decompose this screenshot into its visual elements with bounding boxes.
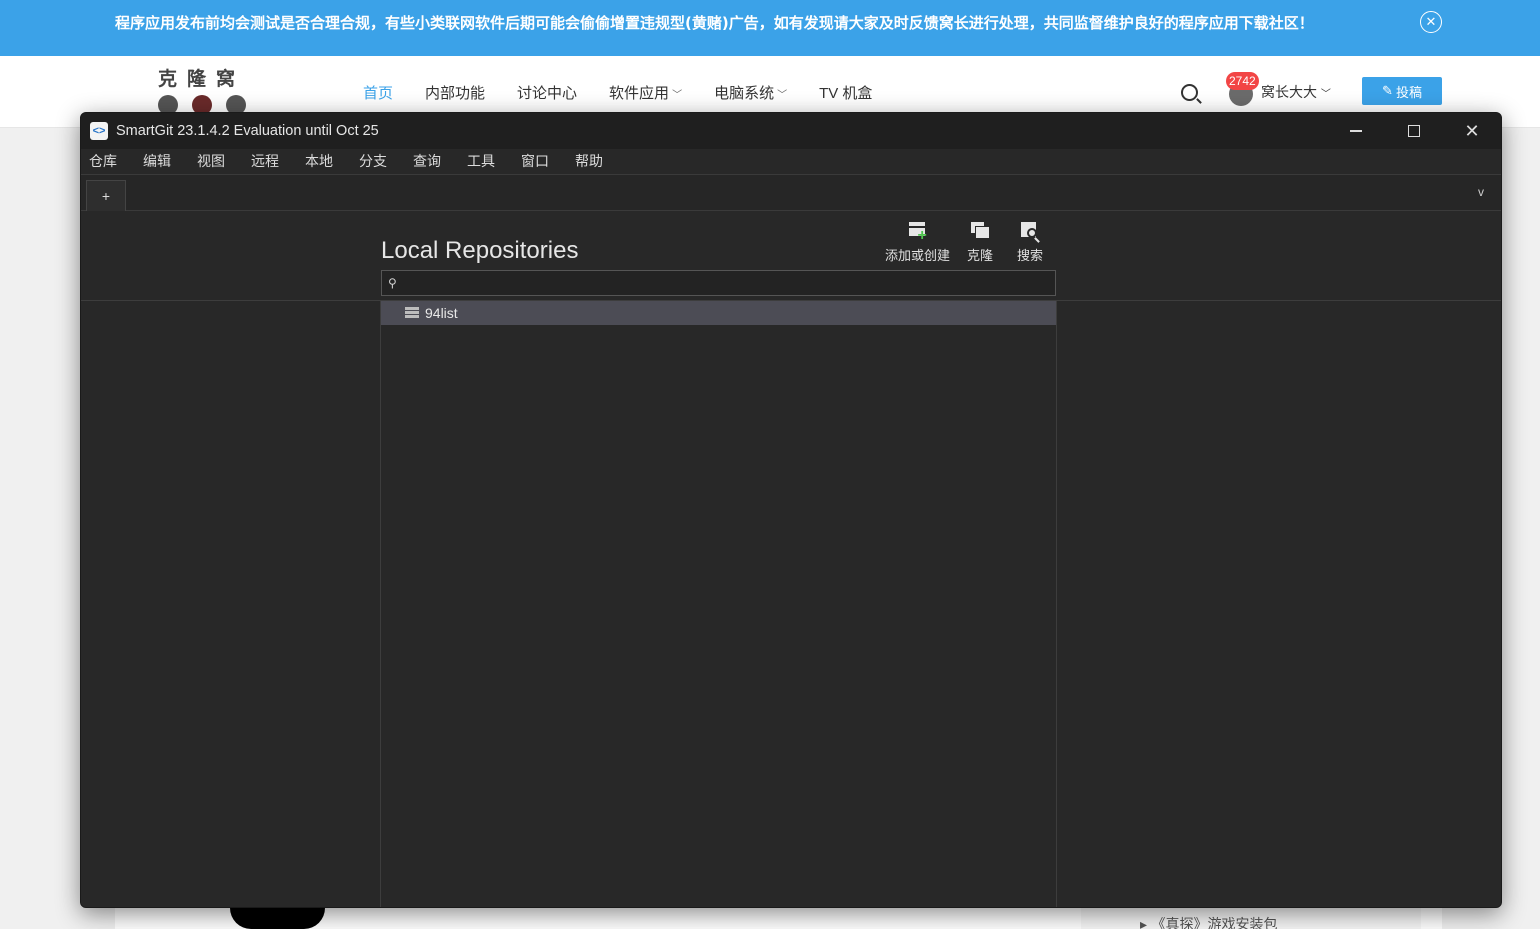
notice-bar: 程序应用发布前均会测试是否合理合规，有些小类联网软件后期可能会偷偷增置违规型(黄… — [0, 0, 1540, 56]
menu-remote[interactable]: 远程 — [251, 149, 279, 174]
search-label: 搜索 — [1017, 248, 1044, 263]
clone-label: 克隆 — [967, 248, 994, 263]
nav-item-tv-box[interactable]: TV 机盒 — [819, 82, 872, 103]
notice-text: 程序应用发布前均会测试是否合理合规，有些小类联网软件后期可能会偷偷增置违规型(黄… — [115, 14, 1314, 32]
search-button[interactable]: 搜索 — [1017, 220, 1043, 264]
nav-item-software[interactable]: 软件应用 ﹀ — [609, 82, 682, 103]
logo-text: 克隆窝 — [158, 68, 246, 90]
menu-branch[interactable]: 分支 — [359, 149, 387, 174]
menu-view[interactable]: 视图 — [197, 149, 225, 174]
menu-tools[interactable]: 工具 — [467, 149, 495, 174]
menu-help[interactable]: 帮助 — [575, 149, 603, 174]
repository-filter: ⚲ — [381, 270, 1056, 296]
menu-local[interactable]: 本地 — [305, 149, 333, 174]
close-button[interactable]: ✕ — [1460, 120, 1484, 142]
smartgit-window: <> SmartGit 23.1.4.2 Evaluation until Oc… — [80, 112, 1502, 908]
add-tab-button[interactable]: + — [86, 180, 126, 211]
user-menu[interactable]: 窝长大大 ﹀ — [1261, 82, 1331, 102]
chevron-down-icon: ﹀ — [672, 90, 683, 101]
menu-query[interactable]: 查询 — [413, 149, 441, 174]
search-repository-icon — [1019, 220, 1041, 243]
add-repository-icon: + — [907, 220, 929, 244]
menu-window[interactable]: 窗口 — [521, 149, 549, 174]
page-content-peek: ▸ 《真探》游戏安装包 — [115, 908, 1442, 929]
tab-list-dropdown[interactable]: v — [1478, 185, 1484, 199]
tab-bar: + v — [81, 175, 1501, 211]
maximize-button[interactable] — [1402, 120, 1426, 142]
welcome-content: Local Repositories + 添加或创建 克隆 搜索 ⚲ 94lis… — [81, 211, 1501, 907]
chevron-down-icon: ﹀ — [777, 90, 788, 101]
page-title: Local Repositories — [381, 237, 579, 264]
menu-repository[interactable]: 仓库 — [89, 149, 117, 174]
nav-item-discussion[interactable]: 讨论中心 — [517, 82, 577, 103]
repository-name: 94list — [425, 305, 458, 321]
close-icon: ✕ — [1464, 120, 1480, 141]
add-or-create-label: 添加或创建 — [885, 248, 951, 263]
sidebar-link[interactable]: ▸ 《真探》游戏安装包 — [1140, 914, 1277, 929]
minimize-button[interactable] — [1344, 120, 1368, 142]
close-icon[interactable]: ✕ — [1420, 11, 1442, 33]
search-icon: ⚲ — [388, 276, 397, 290]
search-icon[interactable] — [1181, 84, 1198, 101]
clone-icon — [969, 220, 991, 242]
decorative-image — [230, 908, 325, 929]
smartgit-app-icon: <> — [90, 122, 108, 140]
title-bar[interactable]: <> SmartGit 23.1.4.2 Evaluation until Oc… — [81, 113, 1501, 149]
repository-icon — [405, 307, 419, 318]
clone-button[interactable]: 克隆 — [967, 220, 993, 264]
nav-item-home[interactable]: 首页 — [363, 82, 393, 103]
repository-filter-input[interactable] — [404, 273, 1049, 293]
edit-icon: ✎ — [1382, 83, 1393, 98]
nav-item-pc-system[interactable]: 电脑系统 ﹀ — [714, 82, 787, 103]
site-nav: 首页 内部功能 讨论中心 软件应用 ﹀ 电脑系统 ﹀ TV 机盒 — [363, 82, 904, 103]
minimize-icon — [1350, 130, 1362, 132]
add-or-create-button[interactable]: + 添加或创建 — [885, 220, 950, 264]
maximize-icon — [1408, 125, 1420, 137]
notification-badge[interactable]: 2742 — [1226, 72, 1259, 90]
chevron-down-icon: ﹀ — [1320, 89, 1331, 100]
repository-list-item[interactable]: 94list — [381, 301, 1056, 325]
menu-bar: 仓库 编辑 视图 远程 本地 分支 查询 工具 窗口 帮助 — [81, 149, 1501, 175]
menu-edit[interactable]: 编辑 — [143, 149, 171, 174]
window-title: SmartGit 23.1.4.2 Evaluation until Oct 2… — [116, 123, 379, 139]
nav-item-internal[interactable]: 内部功能 — [425, 82, 485, 103]
submit-button[interactable]: ✎ 投稿 — [1362, 77, 1442, 105]
